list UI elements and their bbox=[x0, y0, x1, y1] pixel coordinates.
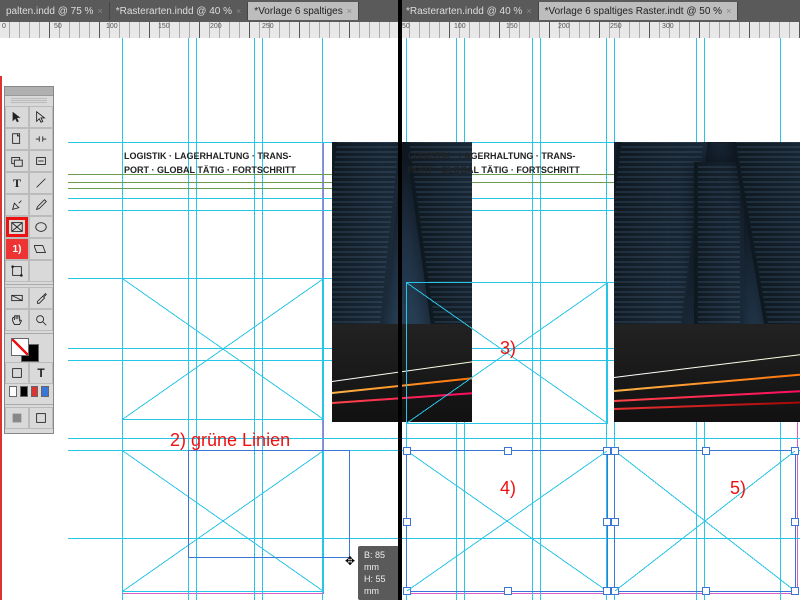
canvas-left[interactable]: LOGISTIK · LAGERHALTUNG · TRANS- PORT · … bbox=[0, 38, 400, 600]
close-icon[interactable]: × bbox=[97, 6, 102, 16]
tab-doc-2[interactable]: *Rasterarten.indd @ 40 %× bbox=[110, 2, 249, 20]
bodytext-line1: LOGISTIK · LAGERHALTUNG · TRANS- bbox=[124, 150, 291, 163]
swatch-red[interactable] bbox=[31, 386, 39, 397]
annotation-3: 3) bbox=[500, 338, 516, 359]
page-left: LOGISTIK · LAGERHALTUNG · TRANS- PORT · … bbox=[68, 38, 400, 600]
canvas-right[interactable]: LOGISTIK · LAGERHALTUNG · TRANS- PORT · … bbox=[400, 38, 800, 600]
content-collector-tool[interactable] bbox=[5, 150, 29, 172]
formatting-container-icon[interactable] bbox=[5, 362, 29, 384]
fill-stroke-swatch[interactable] bbox=[5, 336, 53, 362]
ellipse-tool[interactable] bbox=[29, 216, 53, 238]
rectangle-frame-tool[interactable] bbox=[5, 216, 29, 238]
frame-5[interactable] bbox=[614, 450, 796, 592]
bleed-edge bbox=[0, 76, 2, 600]
swatch-blue[interactable] bbox=[41, 386, 49, 397]
eyedropper-tool[interactable] bbox=[29, 287, 53, 309]
bodytext-line1-r: LOGISTIK · LAGERHALTUNG · TRANS- bbox=[408, 150, 575, 163]
tab-doc-r2[interactable]: *Vorlage 6 spaltiges Raster.indt @ 50 %× bbox=[539, 2, 739, 20]
selection-tool[interactable] bbox=[5, 106, 29, 128]
dimensions-tooltip: B: 85 mmH: 55 mm bbox=[358, 546, 400, 600]
direct-selection-tool[interactable] bbox=[29, 106, 53, 128]
line-tool[interactable] bbox=[29, 172, 53, 194]
gradient-feather-tool[interactable] bbox=[29, 260, 53, 282]
bodytext-line2-r: PORT · GLOBAL TÄTIG · FORTSCHRITT bbox=[408, 164, 580, 177]
drawing-frame[interactable] bbox=[188, 450, 350, 558]
annotation-5: 5) bbox=[730, 478, 746, 499]
close-icon[interactable]: × bbox=[726, 6, 731, 16]
viewport-divider[interactable] bbox=[398, 0, 402, 600]
tab-doc-r1[interactable]: *Rasterarten.indd @ 40 %× bbox=[400, 2, 539, 20]
color-swatches bbox=[5, 384, 53, 402]
placed-image-right[interactable] bbox=[614, 142, 800, 422]
annotation-1: 1) bbox=[5, 238, 29, 260]
doc-tabs-right: *Rasterarten.indd @ 40 %× *Vorlage 6 spa… bbox=[400, 0, 800, 23]
formatting-text-icon[interactable]: T bbox=[29, 362, 53, 384]
annotation-2: 2) grüne Linien bbox=[170, 430, 290, 451]
empty-frame-1[interactable] bbox=[122, 278, 324, 420]
page-right: LOGISTIK · LAGERHALTUNG · TRANS- PORT · … bbox=[400, 38, 800, 600]
bodytext-line2: PORT · GLOBAL TÄTIG · FORTSCHRITT bbox=[124, 164, 296, 177]
close-icon[interactable]: × bbox=[526, 6, 531, 16]
ruler-horizontal-left[interactable]: 050100150200250 bbox=[0, 22, 400, 39]
swatch-white[interactable] bbox=[9, 386, 17, 397]
close-icon[interactable]: × bbox=[347, 6, 352, 16]
tab-doc-1[interactable]: palten.indd @ 75 %× bbox=[0, 2, 110, 20]
gap-tool[interactable] bbox=[29, 128, 53, 150]
tools-panel: T 1) T bbox=[4, 86, 54, 434]
pencil-tool[interactable] bbox=[29, 194, 53, 216]
view-mode-preview[interactable] bbox=[29, 407, 53, 429]
fill-swatch[interactable] bbox=[11, 338, 29, 356]
page-tool[interactable] bbox=[5, 128, 29, 150]
content-placer-tool[interactable] bbox=[29, 150, 53, 172]
pen-tool[interactable] bbox=[5, 194, 29, 216]
ruler-horizontal-right[interactable]: 50100150200250300 bbox=[400, 22, 800, 39]
close-icon[interactable]: × bbox=[236, 6, 241, 16]
panel-drag-grip[interactable] bbox=[11, 98, 47, 104]
tab-doc-3[interactable]: *Vorlage 6 spaltiges× bbox=[248, 2, 359, 20]
free-transform-tool[interactable] bbox=[5, 260, 29, 282]
frame-4[interactable] bbox=[406, 450, 608, 592]
doc-tabs-left: palten.indd @ 75 %× *Rasterarten.indd @ … bbox=[0, 0, 400, 23]
zoom-tool[interactable] bbox=[29, 309, 53, 331]
view-mode-normal[interactable] bbox=[5, 407, 29, 429]
swatch-black[interactable] bbox=[20, 386, 28, 397]
panel-collapse-grip[interactable] bbox=[5, 87, 53, 96]
type-tool[interactable]: T bbox=[5, 172, 29, 194]
shear-tool[interactable] bbox=[29, 238, 53, 260]
cursor-crosshair-icon: ✥ bbox=[345, 554, 355, 568]
annotation-4: 4) bbox=[500, 478, 516, 499]
hand-tool[interactable] bbox=[5, 309, 29, 331]
gradient-swatch-tool[interactable] bbox=[5, 287, 29, 309]
